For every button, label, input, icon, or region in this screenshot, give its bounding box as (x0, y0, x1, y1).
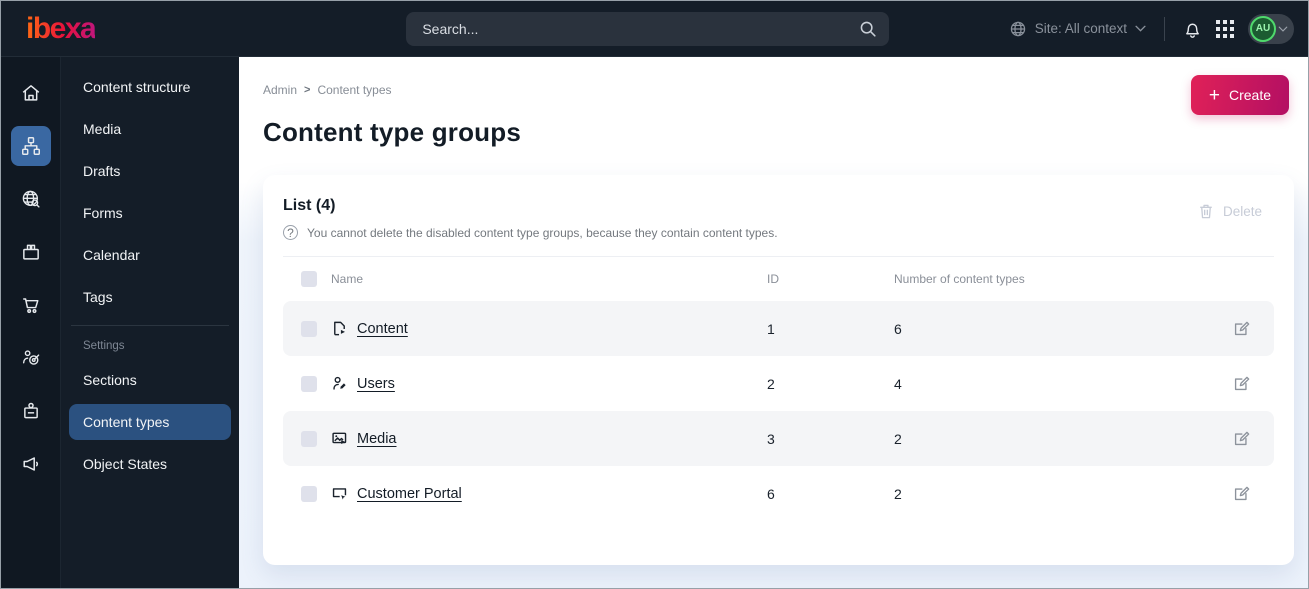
logo-container[interactable]: ibexa (1, 12, 239, 46)
avatar: AU (1250, 15, 1276, 42)
edit-pencil-icon (1234, 376, 1250, 390)
search-container (239, 11, 1009, 46)
site-context-selector[interactable]: Site: All context (1009, 20, 1146, 38)
edit-button[interactable] (1232, 375, 1262, 393)
rail-engage-megaphone-icon[interactable] (11, 444, 51, 484)
app-window: ibexa Site: All context (0, 0, 1309, 589)
group-count: 4 (894, 375, 902, 392)
group-id: 3 (767, 430, 775, 447)
group-count: 6 (894, 320, 902, 337)
rail-products-icon[interactable] (11, 232, 51, 272)
delete-button-label: Delete (1222, 204, 1262, 219)
create-button-label: Create (1228, 87, 1271, 103)
row-checkbox[interactable] (301, 375, 317, 392)
rail-personalization-icon[interactable] (11, 338, 51, 378)
search-icon[interactable] (859, 20, 877, 38)
create-button[interactable]: + Create (1190, 75, 1289, 115)
edit-pencil-icon (1234, 486, 1250, 500)
column-header-count: Number of content types (894, 272, 1025, 286)
list-info-text: You cannot delete the disabled content t… (307, 225, 778, 240)
chevron-down-icon (1278, 26, 1288, 32)
sidebar-item-media[interactable]: Media (69, 111, 231, 147)
trash-icon (1200, 204, 1212, 219)
main-content: Admin > Content types + Create Content t… (239, 57, 1308, 588)
rail-commerce-cart-icon[interactable] (11, 285, 51, 325)
plus-icon: + (1208, 84, 1220, 106)
search-input[interactable] (422, 20, 860, 37)
help-question-icon: ? (283, 225, 298, 240)
delete-button[interactable]: Delete (1198, 203, 1262, 220)
edit-button[interactable] (1232, 320, 1262, 338)
sidebar-item-calendar[interactable]: Calendar (69, 237, 231, 273)
select-all-checkbox[interactable] (301, 271, 317, 287)
table-row: Media 3 2 (283, 411, 1274, 466)
chevron-down-icon (1135, 25, 1146, 32)
table-row: Users 2 4 (283, 356, 1274, 411)
app-grid-icon[interactable] (1216, 19, 1234, 38)
group-link-users[interactable]: Users (357, 376, 767, 392)
user-menu[interactable]: AU (1248, 13, 1294, 44)
sidebar-item-content-types[interactable]: Content types (69, 404, 231, 440)
rail-site-icon[interactable] (11, 179, 51, 219)
settings-section-header: Settings (83, 340, 125, 352)
row-checkbox[interactable] (301, 485, 317, 502)
page-title: Content type groups (263, 117, 522, 147)
breadcrumb-separator: > (304, 84, 311, 96)
column-header-name: Name (331, 272, 364, 286)
breadcrumb-admin[interactable]: Admin (263, 83, 297, 97)
sidebar-item-content-structure[interactable]: Content structure (69, 69, 231, 105)
global-search[interactable] (406, 11, 890, 46)
breadcrumb-content-types: Content types (317, 83, 392, 97)
topbar-divider (1164, 16, 1165, 41)
group-id: 1 (767, 320, 775, 337)
user-edit-icon (331, 375, 357, 392)
notifications-bell-icon[interactable] (1183, 19, 1202, 39)
group-link-media[interactable]: Media (357, 431, 767, 447)
table-row: Content 1 6 (283, 301, 1274, 356)
sidebar-item-tags[interactable]: Tags (69, 279, 231, 315)
table-header-row: Name ID Number of content types (283, 257, 1274, 301)
globe-icon (1009, 20, 1027, 38)
edit-pencil-icon (1234, 321, 1250, 335)
group-link-customer-portal[interactable]: Customer Portal (357, 486, 767, 502)
group-count: 2 (894, 430, 902, 447)
rail-admin-badge-icon[interactable] (11, 391, 51, 431)
icon-rail (1, 57, 61, 588)
top-bar: ibexa Site: All context (1, 1, 1308, 57)
sidebar-item-forms[interactable]: Forms (69, 195, 231, 231)
group-count: 2 (894, 485, 902, 502)
portal-screen-icon (331, 485, 357, 502)
rail-content-structure-icon[interactable] (10, 126, 51, 166)
rail-home-icon[interactable] (11, 73, 51, 113)
column-header-id: ID (767, 272, 779, 286)
menu-divider (71, 325, 229, 326)
edit-pencil-icon (1234, 431, 1250, 445)
sidebar-item-drafts[interactable]: Drafts (69, 153, 231, 189)
media-image-icon (331, 430, 357, 447)
sidebar-menu: Content structure Media Drafts Forms Cal… (61, 57, 239, 588)
content-type-groups-card: List (4) ? You cannot delete the disable… (263, 175, 1294, 565)
breadcrumb: Admin > Content types (239, 57, 1308, 97)
edit-button[interactable] (1232, 485, 1262, 503)
ibexa-logo: ibexa (26, 11, 97, 45)
table-row: Customer Portal 6 2 (283, 466, 1274, 521)
group-id: 6 (767, 485, 775, 502)
sidebar-item-object-states[interactable]: Object States (69, 446, 231, 482)
content-file-icon (331, 320, 357, 337)
topbar-controls: Site: All context AU (1009, 13, 1308, 44)
row-checkbox[interactable] (301, 430, 317, 447)
content-type-groups-table: Name ID Number of content types Content … (283, 256, 1274, 521)
list-heading: List (4) (283, 197, 336, 214)
group-id: 2 (767, 375, 775, 392)
edit-button[interactable] (1232, 430, 1262, 448)
site-context-label: Site: All context (1034, 21, 1127, 36)
group-link-content[interactable]: Content (357, 321, 767, 337)
sidebar-item-sections[interactable]: Sections (69, 362, 231, 398)
row-checkbox[interactable] (301, 320, 317, 337)
